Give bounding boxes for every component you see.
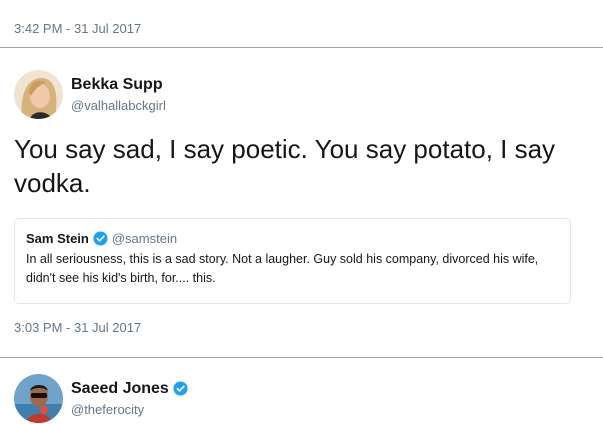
tweet-divider [0, 47, 603, 48]
author-display-name[interactable]: Saeed Jones [71, 380, 169, 398]
author-display-name[interactable]: Bekka Supp [71, 76, 163, 94]
quoted-author-handle[interactable]: @samstein [112, 231, 177, 246]
quoted-tweet-card[interactable]: Sam Stein @samstein In all seriousness, … [14, 218, 571, 304]
next-tweet-author[interactable]: Saeed Jones @theferocity [14, 372, 188, 424]
verified-badge-icon [173, 381, 188, 396]
tweet-author[interactable]: Bekka Supp @valhallabckgirl [14, 68, 166, 120]
quoted-tweet-text: In all seriousness, this is a sad story.… [26, 252, 539, 285]
avatar-woman-icon [14, 69, 63, 119]
author-handle[interactable]: @valhallabckgirl [71, 98, 166, 113]
author-avatar[interactable] [14, 373, 63, 423]
author-handle[interactable]: @theferocity [71, 402, 188, 417]
tweet-timestamp[interactable]: 3:03 PM - 31 Jul 2017 [14, 320, 141, 335]
previous-tweet-timestamp[interactable]: 3:42 PM - 31 Jul 2017 [14, 21, 141, 36]
tweet-divider [0, 357, 603, 358]
quoted-author-name[interactable]: Sam Stein [26, 231, 89, 246]
tweet-text: You say sad, I say poetic. You say potat… [14, 134, 556, 198]
avatar-man-icon [14, 373, 63, 423]
verified-badge-icon [93, 231, 108, 246]
author-avatar[interactable] [14, 69, 63, 119]
